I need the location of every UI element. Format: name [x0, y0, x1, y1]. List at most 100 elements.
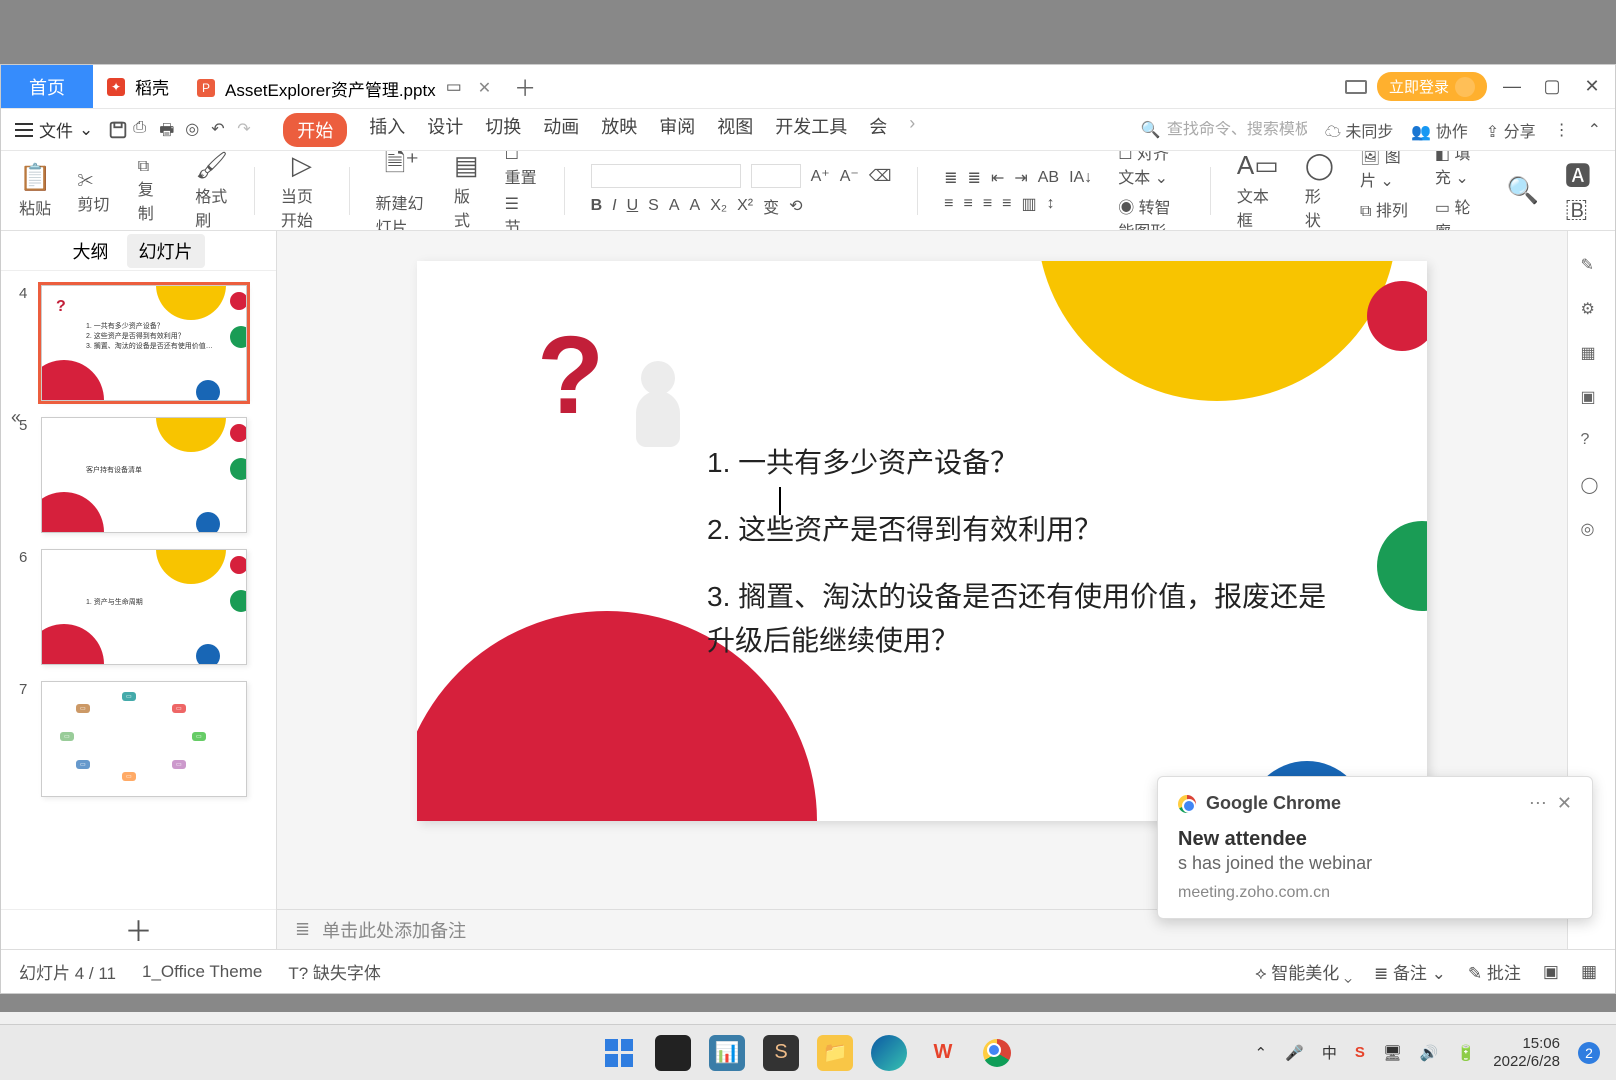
italic-button[interactable]: I	[612, 197, 616, 215]
tray-battery-icon[interactable]: 🔋	[1457, 1044, 1476, 1062]
thumbnail-7[interactable]: 7 ▭ ▭ ▭ ▭ ▭ ▭ ▭ ▭	[19, 681, 258, 797]
outline-button[interactable]: ▭ 轮廓 ⌄	[1435, 194, 1481, 232]
replace-button[interactable]: 🅰🇧	[1565, 156, 1597, 225]
tab-developer[interactable]: 开发工具	[775, 113, 847, 147]
taskbar-app-2[interactable]: 📊	[709, 1035, 745, 1071]
login-button[interactable]: 立即登录	[1377, 72, 1487, 101]
chrome-taskbar-icon[interactable]	[979, 1035, 1015, 1071]
save-icon[interactable]	[107, 119, 129, 141]
thumbnail-list[interactable]: 4 ? 1. 一共有多少资产设备？2. 这些资产是否得到有效利用？3. 搁置、淘…	[1, 271, 276, 909]
tab-start[interactable]: 开始	[283, 113, 347, 147]
notification-close-icon[interactable]: ✕	[1557, 793, 1572, 814]
smart-shape-button[interactable]: ◉ 转智能图形	[1118, 194, 1184, 232]
slide-canvas[interactable]: ? 1. 一共有多少资产设备？ 2. 这些资产是否得到有效利用？ 3. 搁置、淘…	[417, 261, 1427, 821]
comments-toggle[interactable]: ✎ 批注	[1468, 959, 1521, 984]
notifications-icon[interactable]: 2	[1578, 1042, 1600, 1064]
collapse-pane-icon[interactable]: «	[11, 407, 21, 428]
resources-icon[interactable]: ◯	[1581, 475, 1603, 497]
copy-button[interactable]: ⧉ 复制	[138, 158, 169, 224]
tab-animation[interactable]: 动画	[543, 113, 579, 147]
strike-button[interactable]: S	[648, 197, 659, 215]
numbering-button[interactable]: ≣	[968, 168, 981, 188]
assistant-icon[interactable]: ◎	[1581, 519, 1603, 541]
tab-view[interactable]: 视图	[717, 113, 753, 147]
undo-icon[interactable]: ↶	[211, 119, 233, 141]
animation-pane-icon[interactable]: ▦	[1581, 343, 1603, 365]
tray-volume-icon[interactable]: 🔊	[1420, 1044, 1439, 1062]
share-button[interactable]: ⇪ 分享	[1486, 118, 1536, 142]
notes-toggle[interactable]: ≣ 备注 ⌄	[1374, 959, 1446, 984]
command-search[interactable]: 🔍	[1141, 120, 1307, 140]
tab-slideshow[interactable]: 放映	[601, 113, 637, 147]
wps-icon[interactable]: W	[925, 1035, 961, 1071]
bullets-button[interactable]: ≣	[944, 168, 957, 188]
tab-design[interactable]: 设计	[427, 113, 463, 147]
indent-less-button[interactable]: ⇤	[991, 168, 1004, 188]
save-as-icon[interactable]: ⎙	[133, 119, 155, 141]
slides-pane-tab[interactable]: 幻灯片	[127, 234, 205, 268]
notification-more-icon[interactable]: ⋯	[1529, 793, 1547, 814]
shapes-button[interactable]: ◯形状	[1305, 151, 1334, 231]
align-center-button[interactable]: ≡	[963, 195, 972, 213]
thumbnail-6[interactable]: 6 1. 资产与生命周期	[19, 549, 258, 665]
font-color-button[interactable]: A	[669, 197, 680, 215]
search-input[interactable]	[1167, 121, 1307, 139]
add-slide-button[interactable]: ＋	[1, 909, 276, 949]
redo-icon[interactable]: ↷	[237, 119, 259, 141]
new-tab-button[interactable]: ＋	[505, 65, 545, 108]
sections-button[interactable]: ☰ 节	[505, 194, 538, 232]
tray-display-icon[interactable]: 🖥	[1383, 1044, 1402, 1062]
increase-font-icon[interactable]: A⁺	[811, 166, 830, 186]
maximize-button[interactable]: ▢	[1537, 76, 1567, 97]
minimize-button[interactable]: —	[1497, 76, 1527, 97]
docke-tab[interactable]: ✦ 稻壳	[93, 65, 183, 108]
missing-font-warning[interactable]: T? 缺失字体	[288, 959, 381, 984]
textbox-button[interactable]: A▭文本框	[1237, 151, 1279, 231]
tray-sogou-icon[interactable]: S	[1355, 1044, 1365, 1061]
normal-view-icon[interactable]: ▣	[1543, 962, 1559, 982]
tab-meeting[interactable]: 会	[869, 113, 887, 147]
layout-button[interactable]: ▤ 版式	[454, 151, 479, 231]
beautify-button[interactable]: ⟡ 智能美化 ⌄	[1255, 959, 1352, 984]
format-painter-button[interactable]: 🖌 格式刷	[195, 151, 228, 231]
present-icon[interactable]: ▭	[446, 77, 468, 99]
design-ideas-icon[interactable]: ✎	[1581, 255, 1603, 277]
text-direction-button[interactable]: IA↓	[1069, 169, 1092, 187]
outline-pane-tab[interactable]: 大纲	[73, 238, 109, 264]
indent-more-button[interactable]: ⇥	[1014, 168, 1027, 188]
file-menu[interactable]: 文件 ⌄	[15, 117, 93, 142]
highlight-button[interactable]: A	[690, 197, 701, 215]
system-clock[interactable]: 15:06 2022/6/28	[1493, 1035, 1560, 1071]
paste-group[interactable]: 📋 粘贴	[19, 162, 51, 219]
bold-button[interactable]: B	[591, 197, 603, 215]
align-right-button[interactable]: ≡	[983, 195, 992, 213]
tab-insert[interactable]: 插入	[369, 113, 405, 147]
sorter-view-icon[interactable]: ▦	[1581, 962, 1597, 982]
arrange-button[interactable]: ⧉ 排列 ⌄	[1360, 197, 1409, 232]
close-tab-icon[interactable]: ✕	[478, 78, 491, 98]
thumbnail-5[interactable]: 5 客户持有设备清单	[19, 417, 258, 533]
help-icon[interactable]: ?	[1581, 431, 1603, 453]
find-button[interactable]: 🔍	[1506, 175, 1538, 206]
print-preview-icon[interactable]: ◎	[185, 119, 207, 141]
tray-mic-icon[interactable]: 🎤	[1285, 1044, 1304, 1062]
from-current-button[interactable]: ▷ 当页开始	[281, 151, 323, 231]
superscript-button[interactable]: X²	[737, 197, 753, 215]
pictures-button[interactable]: 🖼 图片 ⌄	[1360, 151, 1409, 191]
line-spacing-button[interactable]: ↕	[1047, 195, 1055, 213]
tray-chevron-icon[interactable]: ⌃	[1255, 1044, 1268, 1062]
tab-review[interactable]: 审阅	[659, 113, 695, 147]
tray-ime-icon[interactable]: 中	[1322, 1042, 1337, 1063]
justify-button[interactable]: ≡	[1002, 195, 1011, 213]
edge-icon[interactable]	[871, 1035, 907, 1071]
font-controls[interactable]: A⁺ A⁻ ⌫	[591, 164, 892, 188]
collab-button[interactable]: 👥 协作	[1411, 118, 1467, 142]
taskbar-app-3[interactable]: S	[763, 1035, 799, 1071]
print-icon[interactable]: 🖶	[159, 119, 181, 141]
display-mode-icon[interactable]	[1345, 80, 1367, 94]
clear-format-icon[interactable]: ⌫	[869, 166, 892, 186]
collapse-ribbon-icon[interactable]: ⌃	[1588, 120, 1601, 140]
chrome-notification[interactable]: Google Chrome ⋯ ✕ New attendee s has joi…	[1157, 776, 1593, 919]
char-case-button[interactable]: AB	[1038, 169, 1059, 187]
tabs-overflow-icon[interactable]: ›	[909, 113, 915, 147]
